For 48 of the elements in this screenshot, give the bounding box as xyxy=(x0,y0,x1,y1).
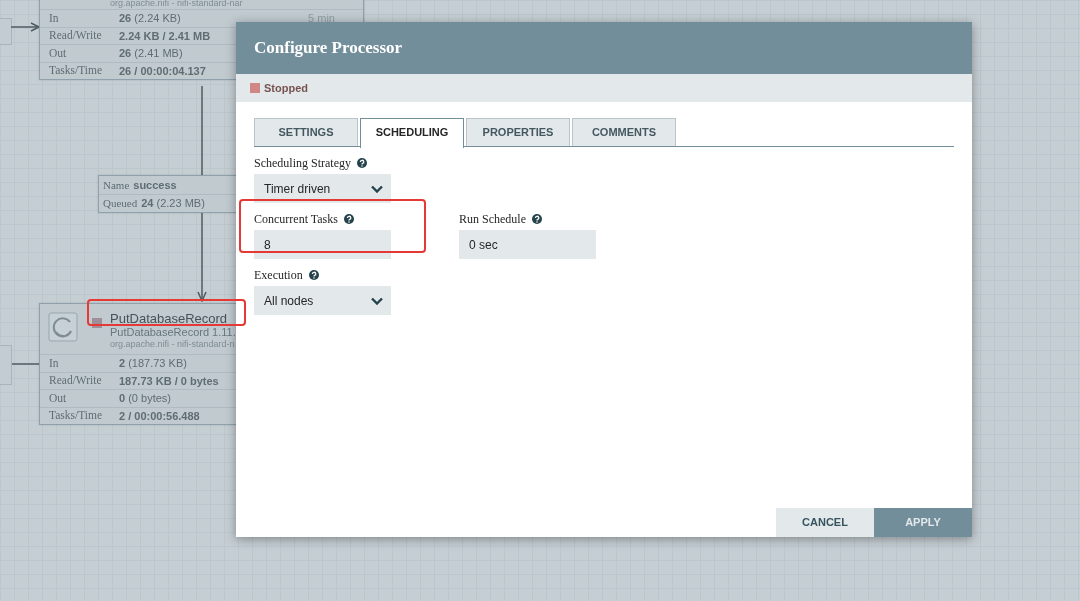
stat-value: 26 (2.24 KB) xyxy=(119,11,181,26)
stat-label: In xyxy=(49,355,60,371)
chevron-down-icon xyxy=(371,184,383,193)
help-icon xyxy=(357,158,367,168)
stat-value: 2.24 KB / 2.41 MB xyxy=(119,28,211,44)
field-label: Execution xyxy=(254,267,303,284)
connection-field-label: Queued xyxy=(103,195,138,211)
stat-label: Read/Write xyxy=(49,28,103,44)
stat-label: Read/Write xyxy=(49,373,103,389)
dropdown[interactable]: All nodes xyxy=(254,286,391,315)
stat-value: 187.73 KB / 0 bytes xyxy=(119,373,219,389)
input-field[interactable]: 0 sec xyxy=(459,230,596,259)
processor-name: PutDatabaseRecord xyxy=(110,312,229,326)
cancel-button[interactable]: CANCEL xyxy=(776,508,874,537)
field-label: Run Schedule xyxy=(459,211,526,228)
processor-type: PutDatabaseRecord 1.11. xyxy=(110,326,236,338)
help-icon xyxy=(532,214,542,224)
connector-line xyxy=(12,362,40,366)
tab[interactable]: SETTINGS xyxy=(254,118,358,146)
connection-field-value: success xyxy=(133,178,177,194)
stat-label: Tasks/Time xyxy=(49,408,104,424)
stat-value: 26 (2.41 MB) xyxy=(119,46,183,61)
connection-field-value: 24 (2.23 MB) xyxy=(141,195,205,211)
stat-label: Tasks/Time xyxy=(49,63,104,79)
tab[interactable]: COMMENTS xyxy=(572,118,676,146)
stat-label: In xyxy=(49,10,60,26)
input-field[interactable]: 8 xyxy=(254,230,391,259)
stat-value: 2 (187.73 KB) xyxy=(119,356,187,371)
help-icon xyxy=(343,214,354,224)
stat-value: 26 / 00:00:04.137 xyxy=(119,63,206,79)
field-label: Concurrent Tasks xyxy=(254,211,338,228)
stat-label: Out xyxy=(49,390,68,406)
processor-icon xyxy=(48,312,78,342)
stat-value: 0 (0 bytes) xyxy=(119,391,171,406)
tab[interactable]: SCHEDULING xyxy=(360,118,464,148)
help-icon xyxy=(308,270,319,280)
stat-label: Out xyxy=(49,45,68,61)
status-label: Stopped xyxy=(264,80,308,96)
connector-arrow xyxy=(11,21,41,33)
chevron-down-icon xyxy=(371,296,383,305)
dialog-title: Configure Processor xyxy=(236,22,972,74)
field-label: Scheduling Strategy xyxy=(254,155,351,172)
bundle-name: org.apache.nifi - nifi-standard-n xyxy=(110,338,236,350)
connection-field-label: Name xyxy=(103,178,130,194)
bundle-name: org.apache.nifi - nifi-standard-nar xyxy=(110,0,243,9)
stat-value: 2 / 00:00:56.488 xyxy=(119,408,200,424)
tab[interactable]: PROPERTIES xyxy=(466,118,570,146)
dropdown[interactable]: Timer driven xyxy=(254,174,391,203)
